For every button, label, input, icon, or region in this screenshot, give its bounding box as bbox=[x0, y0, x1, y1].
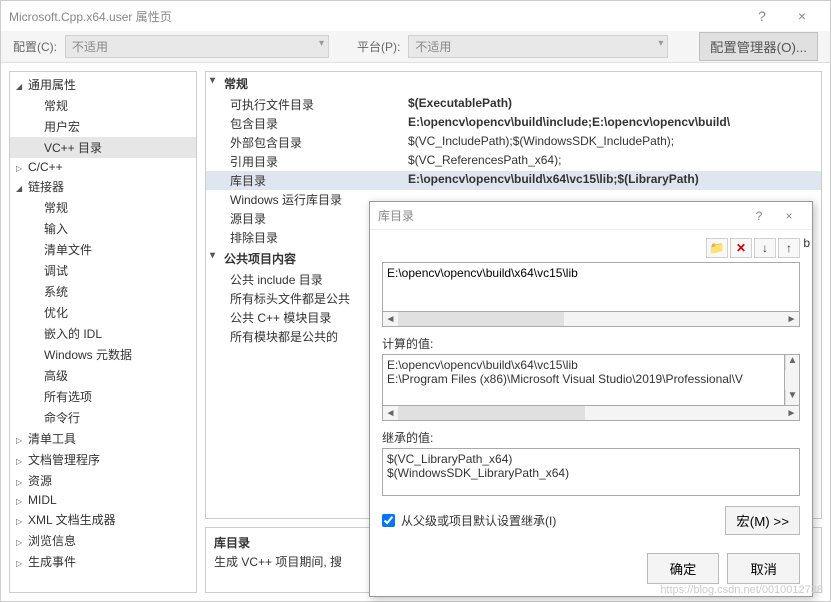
ok-button[interactable]: 确定 bbox=[647, 553, 720, 584]
prop-row[interactable]: 可执行文件目录$(ExecutablePath) bbox=[206, 95, 821, 114]
computed-values-list[interactable]: E:\opencv\opencv\build\x64\vc15\lib E:\P… bbox=[382, 354, 785, 406]
prop-value[interactable]: E:\opencv\opencv\build\include;E:\opencv… bbox=[404, 115, 821, 132]
tree-item[interactable]: C/C++ bbox=[10, 158, 196, 176]
config-label: 配置(C): bbox=[13, 38, 57, 55]
inherited-label: 继承的值: bbox=[382, 429, 800, 446]
tree-item[interactable]: 优化 bbox=[10, 302, 196, 323]
dialog-titlebar: 库目录 ? × bbox=[370, 202, 812, 230]
new-folder-icon[interactable]: 📁 bbox=[706, 238, 728, 258]
tree-item[interactable]: 用户宏 bbox=[10, 116, 196, 137]
scroll-right-icon[interactable]: ► bbox=[784, 408, 799, 419]
tree-item[interactable]: MIDL bbox=[10, 491, 196, 509]
move-down-icon[interactable]: ↓ bbox=[754, 238, 776, 258]
prop-key: 可执行文件目录 bbox=[206, 96, 404, 113]
tree-item[interactable]: 通用属性 bbox=[10, 74, 196, 95]
tree-item[interactable]: 系统 bbox=[10, 281, 196, 302]
prop-row[interactable]: 包含目录E:\opencv\opencv\build\include;E:\op… bbox=[206, 114, 821, 133]
scroll-left-icon[interactable]: ◄ bbox=[383, 408, 398, 419]
inherit-checkbox[interactable] bbox=[382, 514, 395, 527]
tree-item[interactable]: 常规 bbox=[10, 197, 196, 218]
tree-item[interactable]: 所有选项 bbox=[10, 386, 196, 407]
computed-label: 计算的值: bbox=[382, 335, 800, 352]
dialog-help-button[interactable]: ? bbox=[744, 209, 774, 223]
edit-hscroll[interactable]: ◄ ► bbox=[382, 312, 800, 327]
tree-item[interactable]: 资源 bbox=[10, 470, 196, 491]
config-manager-button[interactable]: 配置管理器(O)... bbox=[699, 32, 818, 61]
macros-button[interactable]: 宏(M) >> bbox=[725, 506, 800, 535]
close-button[interactable]: × bbox=[782, 8, 822, 24]
prop-key: 库目录 bbox=[206, 172, 404, 189]
tree-item[interactable]: 输入 bbox=[10, 218, 196, 239]
prop-row[interactable]: 引用目录$(VC_ReferencesPath_x64); bbox=[206, 152, 821, 171]
scroll-left-icon[interactable]: ◄ bbox=[383, 314, 398, 325]
category-tree[interactable]: 通用属性常规用户宏VC++ 目录C/C++链接器常规输入清单文件调试系统优化嵌入… bbox=[9, 71, 197, 593]
move-up-icon[interactable]: ↑ bbox=[778, 238, 800, 258]
dialog-buttons: 确定 取消 bbox=[370, 543, 812, 596]
prop-value[interactable]: $(VC_ReferencesPath_x64); bbox=[404, 153, 821, 170]
tree-item[interactable]: 清单工具 bbox=[10, 428, 196, 449]
tree-item[interactable]: XML 文档生成器 bbox=[10, 509, 196, 530]
tree-item[interactable]: 调试 bbox=[10, 260, 196, 281]
computed-hscroll[interactable]: ◄ ► bbox=[382, 406, 800, 421]
tree-item[interactable]: 生成事件 bbox=[10, 551, 196, 572]
tree-item[interactable]: 常规 bbox=[10, 95, 196, 116]
tree-item[interactable]: VC++ 目录 bbox=[10, 137, 196, 158]
prop-key: 引用目录 bbox=[206, 153, 404, 170]
tree-item[interactable]: 高级 bbox=[10, 365, 196, 386]
prop-value[interactable]: E:\opencv\opencv\build\x64\vc15\lib;$(Li… bbox=[404, 172, 821, 189]
paths-edit[interactable] bbox=[382, 262, 800, 312]
dialog-title: 库目录 bbox=[378, 207, 744, 224]
prop-value[interactable]: $(ExecutablePath) bbox=[404, 96, 821, 113]
computed-vscroll[interactable]: ▲▼ bbox=[785, 354, 800, 406]
scroll-right-icon[interactable]: ► bbox=[784, 314, 799, 325]
library-dirs-dialog: 库目录 ? × b 📁 ✕ ↓ ↑ ◄ ► 计算的值: E:\opencv\op… bbox=[369, 201, 813, 597]
prop-value[interactable]: $(VC_IncludePath);$(WindowsSDK_IncludePa… bbox=[404, 134, 821, 151]
tree-item[interactable]: 浏览信息 bbox=[10, 530, 196, 551]
dialog-close-button[interactable]: × bbox=[774, 209, 804, 223]
dialog-icon-bar: b 📁 ✕ ↓ ↑ bbox=[382, 238, 800, 258]
overflow-char: b bbox=[803, 236, 810, 250]
help-button[interactable]: ? bbox=[742, 8, 782, 24]
prop-section-header[interactable]: 常规 bbox=[206, 72, 821, 95]
tree-item[interactable]: 命令行 bbox=[10, 407, 196, 428]
prop-row[interactable]: 外部包含目录$(VC_IncludePath);$(WindowsSDK_Inc… bbox=[206, 133, 821, 152]
prop-key: 外部包含目录 bbox=[206, 134, 404, 151]
platform-label: 平台(P): bbox=[357, 38, 400, 55]
inherit-checkbox-label: 从父级或项目默认设置继承(I) bbox=[401, 512, 556, 529]
prop-key: 包含目录 bbox=[206, 115, 404, 132]
window-title: Microsoft.Cpp.x64.user 属性页 bbox=[9, 8, 742, 25]
tree-item[interactable]: 文档管理程序 bbox=[10, 449, 196, 470]
tree-item[interactable]: 嵌入的 IDL bbox=[10, 323, 196, 344]
tree-item[interactable]: 链接器 bbox=[10, 176, 196, 197]
delete-icon[interactable]: ✕ bbox=[730, 238, 752, 258]
inherited-values-list[interactable]: $(VC_LibraryPath_x64) $(WindowsSDK_Libra… bbox=[382, 448, 800, 496]
config-combo[interactable]: 不适用 bbox=[65, 35, 329, 58]
tree-item[interactable]: Windows 元数据 bbox=[10, 344, 196, 365]
toolbar: 配置(C): 不适用 平台(P): 不适用 配置管理器(O)... bbox=[1, 31, 830, 63]
tree-item[interactable]: 清单文件 bbox=[10, 239, 196, 260]
titlebar: Microsoft.Cpp.x64.user 属性页 ? × bbox=[1, 1, 830, 31]
platform-combo[interactable]: 不适用 bbox=[408, 35, 668, 58]
cancel-button[interactable]: 取消 bbox=[727, 553, 800, 584]
prop-row[interactable]: 库目录E:\opencv\opencv\build\x64\vc15\lib;$… bbox=[206, 171, 821, 190]
